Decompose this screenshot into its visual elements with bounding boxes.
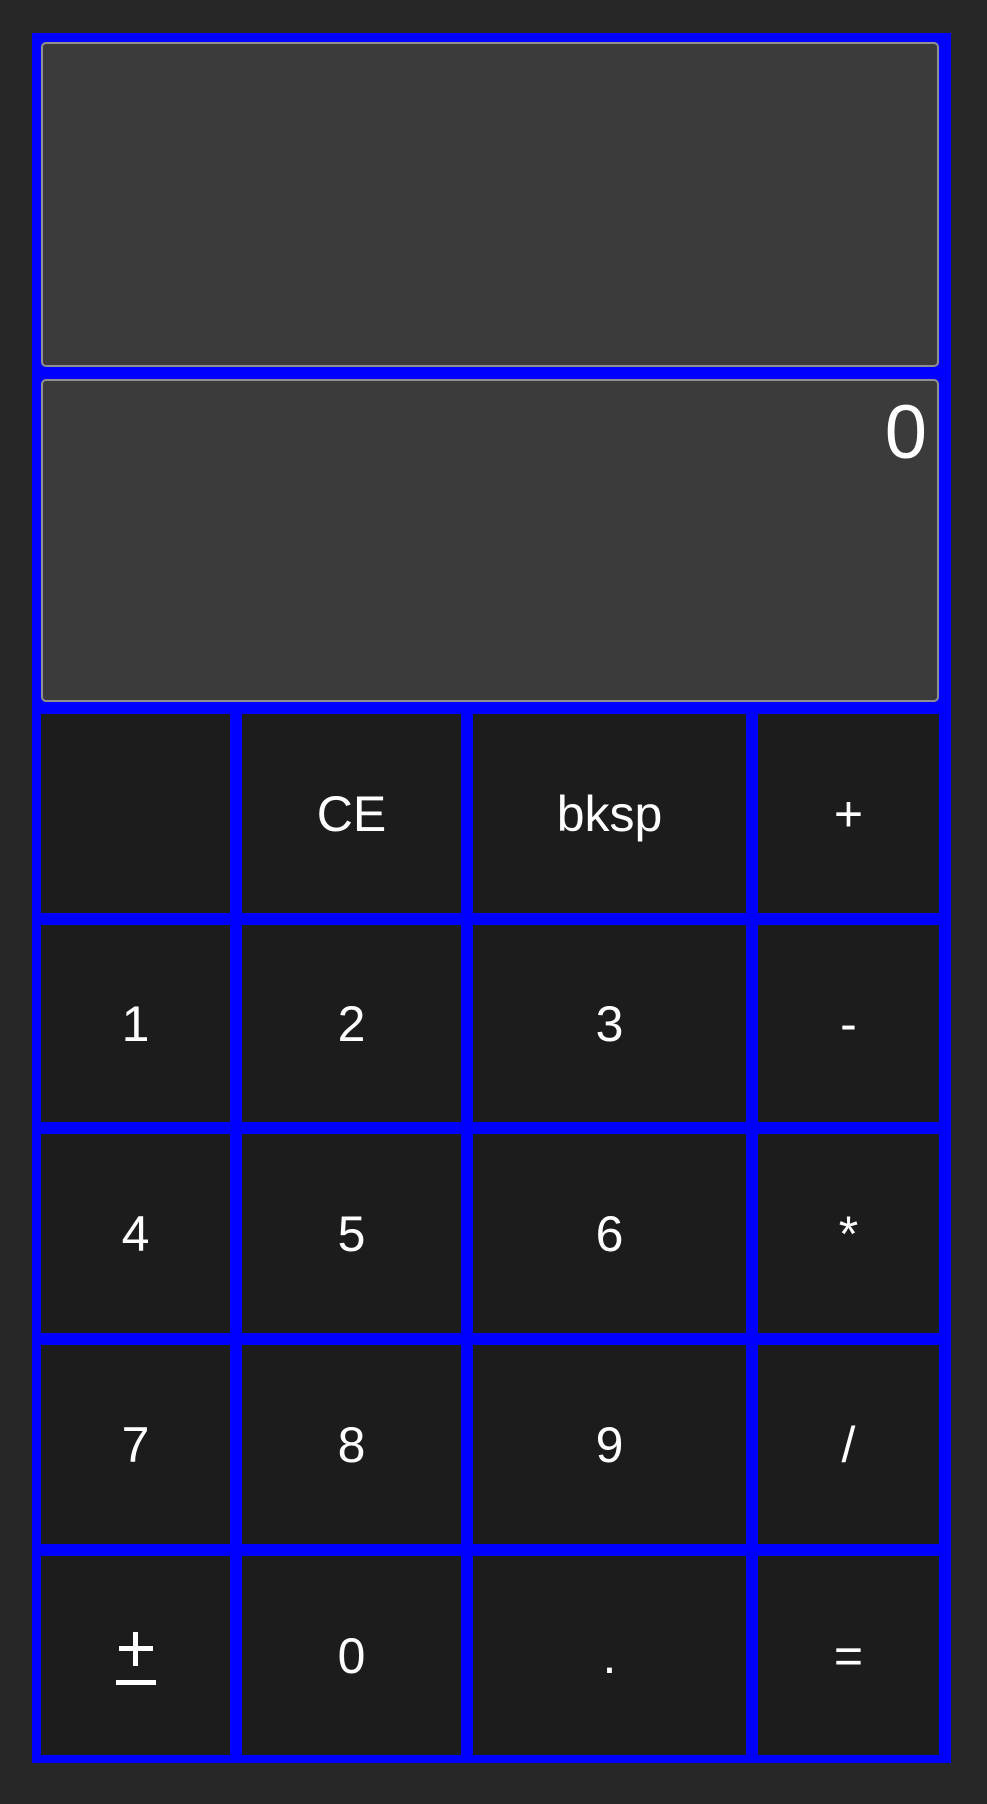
subtract-button[interactable]: -: [758, 925, 939, 1122]
plus-minus-button[interactable]: [41, 1556, 230, 1755]
history-display: [41, 42, 939, 367]
digit-0-button[interactable]: 0: [242, 1556, 461, 1755]
digit-2-button[interactable]: 2: [242, 925, 461, 1122]
backspace-button[interactable]: bksp: [473, 714, 746, 913]
multiply-button[interactable]: *: [758, 1134, 939, 1333]
digit-7-button[interactable]: 7: [41, 1345, 230, 1544]
clear-entry-button[interactable]: CE: [242, 714, 461, 913]
digit-4-button[interactable]: 4: [41, 1134, 230, 1333]
blank-key[interactable]: [41, 714, 230, 913]
equals-button[interactable]: =: [758, 1556, 939, 1755]
digit-5-button[interactable]: 5: [242, 1134, 461, 1333]
add-button[interactable]: +: [758, 714, 939, 913]
digit-3-button[interactable]: 3: [473, 925, 746, 1122]
digit-9-button[interactable]: 9: [473, 1345, 746, 1544]
digit-1-button[interactable]: 1: [41, 925, 230, 1122]
calculator-frame: 0 CE bksp + 1 2 3 - 4 5 6 * 7 8 9 / 0 . …: [32, 33, 951, 1763]
plus-minus-icon: [115, 1627, 156, 1685]
result-display: 0: [41, 379, 939, 702]
digit-8-button[interactable]: 8: [242, 1345, 461, 1544]
divide-button[interactable]: /: [758, 1345, 939, 1544]
digit-6-button[interactable]: 6: [473, 1134, 746, 1333]
decimal-button[interactable]: .: [473, 1556, 746, 1755]
